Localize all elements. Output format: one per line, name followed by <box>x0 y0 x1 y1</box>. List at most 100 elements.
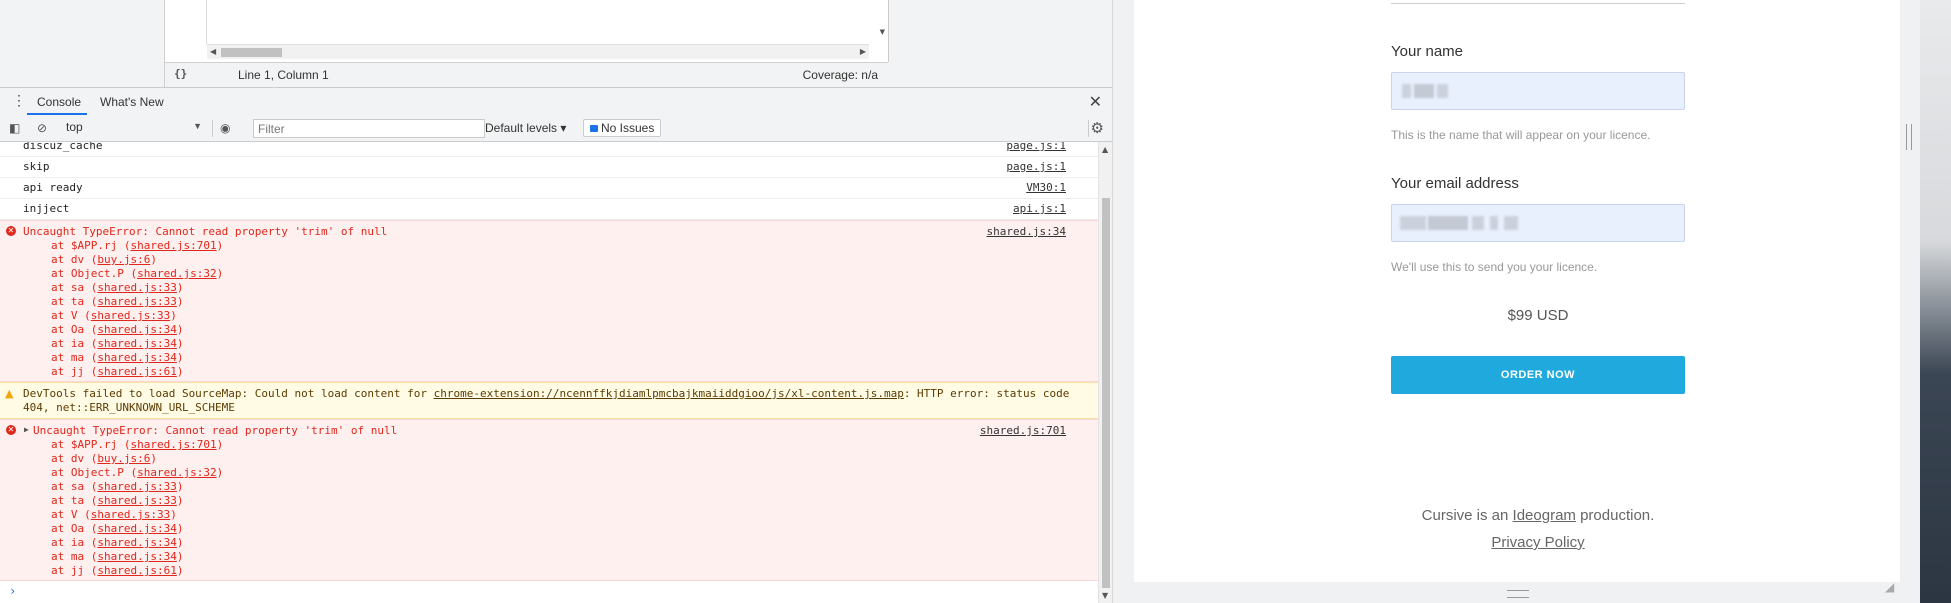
console-toolbar: ◧ ⊘ top ▼ ◉ Default levels ▾ No Issues ⚙ <box>0 116 1112 142</box>
editor-status-bar: {} Line 1, Column 1 Coverage: n/a <box>165 62 888 87</box>
stack-frame-link[interactable]: shared.js:34 <box>97 550 176 563</box>
pretty-print-icon[interactable]: {} <box>174 67 187 80</box>
log-levels-dropdown[interactable]: Default levels ▾ <box>485 121 566 135</box>
error-source-link[interactable]: shared.js:701 <box>980 424 1066 437</box>
stack-frame-link[interactable]: buy.js:6 <box>97 253 150 266</box>
chevron-down-icon: ▼ <box>193 121 202 131</box>
stack-frame-link[interactable]: shared.js:34 <box>97 536 176 549</box>
privacy-policy-link[interactable]: Privacy Policy <box>1491 534 1584 551</box>
stack-frame-link[interactable]: shared.js:33 <box>91 309 170 322</box>
stack-frame: at dv (buy.js:6) <box>51 452 157 465</box>
error-text: Uncaught TypeError: Cannot read property… <box>23 225 388 238</box>
console-messages[interactable]: discuz_cache page.js:1 skip page.js:1 ap… <box>0 142 1098 603</box>
clear-console-icon[interactable]: ⊘ <box>37 121 47 135</box>
stack-frame: at sa (shared.js:33) <box>51 480 184 493</box>
stack-frame-link[interactable]: shared.js:33 <box>97 281 176 294</box>
console-scrollbar[interactable]: ▲ ▼ <box>1098 142 1112 603</box>
warning-url-link[interactable]: chrome-extension://ncennffkjdiamlpmcbajk… <box>434 387 904 400</box>
ideogram-link[interactable]: Ideogram <box>1513 507 1576 524</box>
stack-frame-link[interactable]: shared.js:34 <box>97 323 176 336</box>
stack-trace: at $APP.rj (shared.js:701) at dv (buy.js:… <box>0 438 1098 578</box>
code-editor[interactable]: ▼ ◀ ▶ <box>165 0 889 62</box>
stack-frame-function: at $APP.rj <box>51 438 118 451</box>
log-source-link[interactable]: page.js:1 <box>1006 142 1066 152</box>
log-message: discuz_cache <box>23 142 103 152</box>
stack-frame: at jj (shared.js:61) <box>51 564 184 577</box>
stack-frame-link[interactable]: shared.js:33 <box>91 508 170 521</box>
tab-whats-new[interactable]: What's New <box>100 95 164 109</box>
scroll-down-arrow-icon[interactable]: ▼ <box>1102 591 1108 600</box>
stack-frame-link[interactable]: shared.js:33 <box>97 480 176 493</box>
log-source-link[interactable]: VM30:1 <box>1026 181 1066 194</box>
stack-frame-link[interactable]: shared.js:701 <box>130 239 216 252</box>
console-prompt[interactable]: › <box>0 581 1098 601</box>
stack-frame-link[interactable]: shared.js:61 <box>97 564 176 577</box>
order-now-button[interactable]: ORDER NOW <box>1391 356 1685 394</box>
warning-icon: ▲ <box>5 387 14 400</box>
stack-frame-function: at Object.P <box>51 267 124 280</box>
stack-frame-function: at jj <box>51 564 85 577</box>
coverage-status: Coverage: n/a <box>802 68 878 82</box>
filter-input[interactable] <box>253 119 485 138</box>
stack-frame-function: at Object.P <box>51 466 124 479</box>
stack-frame-link[interactable]: shared.js:32 <box>137 267 216 280</box>
stack-frame-link[interactable]: shared.js:34 <box>97 522 176 535</box>
stack-frame-link[interactable]: shared.js:34 <box>97 351 176 364</box>
line-gutter <box>165 0 207 44</box>
scrollbar-thumb[interactable] <box>1102 198 1110 588</box>
stack-frame-link[interactable]: shared.js:61 <box>97 365 176 378</box>
stack-frame: at $APP.rj (shared.js:701) <box>51 239 224 252</box>
tab-console[interactable]: Console <box>37 95 81 109</box>
issues-button[interactable]: No Issues <box>583 119 662 137</box>
email-field[interactable] <box>1391 204 1685 242</box>
stack-frame-link[interactable]: shared.js:701 <box>130 438 216 451</box>
sources-editor: ▼ ◀ ▶ {} Line 1, Column 1 Coverage: n/a <box>0 0 1112 87</box>
stack-frame-link[interactable]: shared.js:32 <box>137 466 216 479</box>
corner-resize-icon[interactable]: ◢ <box>1885 580 1894 594</box>
warning-message[interactable]: ▲ DevTools failed to load SourceMap: Cou… <box>0 382 1098 419</box>
stack-frame-link[interactable]: shared.js:33 <box>97 494 176 507</box>
stack-frame: at Object.P (shared.js:32) <box>51 466 224 479</box>
log-row: skip page.js:1 <box>0 157 1098 178</box>
log-message: injject <box>23 202 70 215</box>
stack-frame-function: at ma <box>51 550 85 563</box>
gear-icon[interactable]: ⚙ <box>1091 119 1104 137</box>
scroll-left-arrow-icon[interactable]: ◀ <box>210 47 216 56</box>
error-source-link[interactable]: shared.js:34 <box>987 225 1066 238</box>
stack-frame: at $APP.rj (shared.js:701) <box>51 438 224 451</box>
scroll-right-arrow-icon[interactable]: ▶ <box>860 47 866 56</box>
side-resize-handle[interactable] <box>1906 124 1912 150</box>
stack-frame-function: at V <box>51 309 78 322</box>
eye-icon[interactable]: ◉ <box>220 121 230 135</box>
redacted-text <box>1414 84 1434 98</box>
name-help-text: This is the name that will appear on you… <box>1391 128 1651 142</box>
redacted-text <box>1490 216 1498 230</box>
resize-handle[interactable] <box>1507 590 1529 598</box>
error-icon: ✕ <box>6 425 16 435</box>
log-source-link[interactable]: api.js:1 <box>1013 202 1066 215</box>
stack-frame-function: at sa <box>51 480 85 493</box>
stack-frame-link[interactable]: shared.js:34 <box>97 337 176 350</box>
redacted-text <box>1437 84 1448 98</box>
horizontal-scrollbar[interactable]: ◀ ▶ <box>207 44 869 59</box>
scrollbar-thumb[interactable] <box>221 48 282 57</box>
scroll-down-arrow-icon[interactable]: ▼ <box>880 28 885 36</box>
credit-suffix: production. <box>1575 507 1655 524</box>
scroll-up-arrow-icon[interactable]: ▲ <box>1102 145 1108 154</box>
stack-frame: at ta (shared.js:33) <box>51 295 184 308</box>
error-icon: ✕ <box>6 226 16 236</box>
error-message[interactable]: ✕ ▶ shared.js:701 Uncaught TypeError: Ca… <box>0 419 1098 581</box>
warning-text-line2: 404, net::ERR_UNKNOWN_URL_SCHEME <box>23 401 235 414</box>
log-source-link[interactable]: page.js:1 <box>1006 160 1066 173</box>
expand-triangle-icon[interactable]: ▶ <box>24 425 29 434</box>
stack-frame-link[interactable]: buy.js:6 <box>97 452 150 465</box>
name-field[interactable] <box>1391 72 1685 110</box>
stack-frame-link[interactable]: shared.js:33 <box>97 295 176 308</box>
log-row: discuz_cache page.js:1 <box>0 142 1098 157</box>
email-help-text: We'll use this to send you your licence. <box>1391 260 1598 274</box>
error-message[interactable]: ✕ shared.js:34 Uncaught TypeError: Canno… <box>0 220 1098 382</box>
sidebar-toggle-icon[interactable]: ◧ <box>9 121 20 135</box>
close-icon[interactable]: ✕ <box>1089 92 1102 112</box>
more-options-icon[interactable]: ⋮ <box>12 93 26 107</box>
context-selector[interactable]: top ▼ <box>66 120 202 136</box>
